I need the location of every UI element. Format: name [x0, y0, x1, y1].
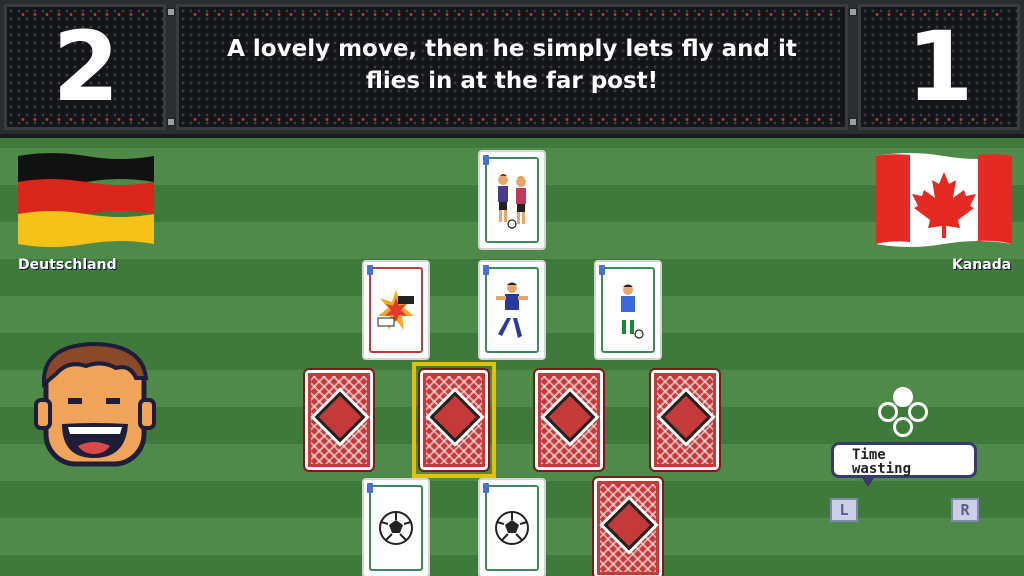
- card-ball[interactable]: [362, 478, 430, 576]
- bubble-line-2: wasting: [852, 461, 912, 477]
- button-bottom-icon: [893, 417, 913, 437]
- rivet-icon: [849, 118, 857, 126]
- card-face-down[interactable]: [592, 476, 664, 576]
- time-wasting-bubble[interactable]: Time wasting: [831, 442, 977, 487]
- home-score-panel: 2: [4, 4, 166, 130]
- card-face-down[interactable]: [649, 368, 721, 472]
- card-player-kick[interactable]: [478, 260, 546, 360]
- germany-flag-icon: [18, 153, 154, 247]
- selection-cursor: [412, 362, 496, 478]
- rivet-icon: [167, 8, 175, 16]
- rivet-icon: [167, 118, 175, 126]
- tackle-clash-art: [377, 290, 414, 330]
- card-face-down[interactable]: [303, 368, 375, 472]
- bubble-line-1: Time: [852, 447, 886, 463]
- commentary-text: A lovely move, then he simply lets fly a…: [227, 36, 797, 94]
- canada-flag-icon: [876, 153, 1012, 247]
- card-player-dribble[interactable]: [594, 260, 662, 360]
- card-ball[interactable]: [478, 478, 546, 576]
- l-shoulder-button[interactable]: L: [830, 498, 858, 522]
- card-two-players[interactable]: [478, 150, 546, 250]
- away-score-panel: 1: [858, 4, 1020, 130]
- player-kick-art: [496, 282, 528, 338]
- r-shoulder-button[interactable]: R: [951, 498, 979, 522]
- button-right-icon: [908, 402, 928, 422]
- ball-art: [379, 511, 413, 545]
- card-face-down[interactable]: [533, 368, 605, 472]
- home-team-name: Deutschland: [18, 257, 117, 273]
- rivet-icon: [849, 8, 857, 16]
- commentary-panel: A lovely move, then he simply lets fly a…: [176, 4, 848, 130]
- away-score: 1: [906, 11, 974, 123]
- card-tackle[interactable]: [362, 260, 430, 360]
- scoreboard: 2 A lovely move, then he simply lets fly…: [0, 0, 1024, 138]
- player-dribble-art: [621, 284, 644, 339]
- home-score: 2: [52, 11, 120, 123]
- two-players-dribble-art: [498, 174, 526, 229]
- manager-avatar: [34, 341, 156, 467]
- away-team-name: Kanada: [952, 257, 1012, 273]
- ball-art: [495, 511, 529, 545]
